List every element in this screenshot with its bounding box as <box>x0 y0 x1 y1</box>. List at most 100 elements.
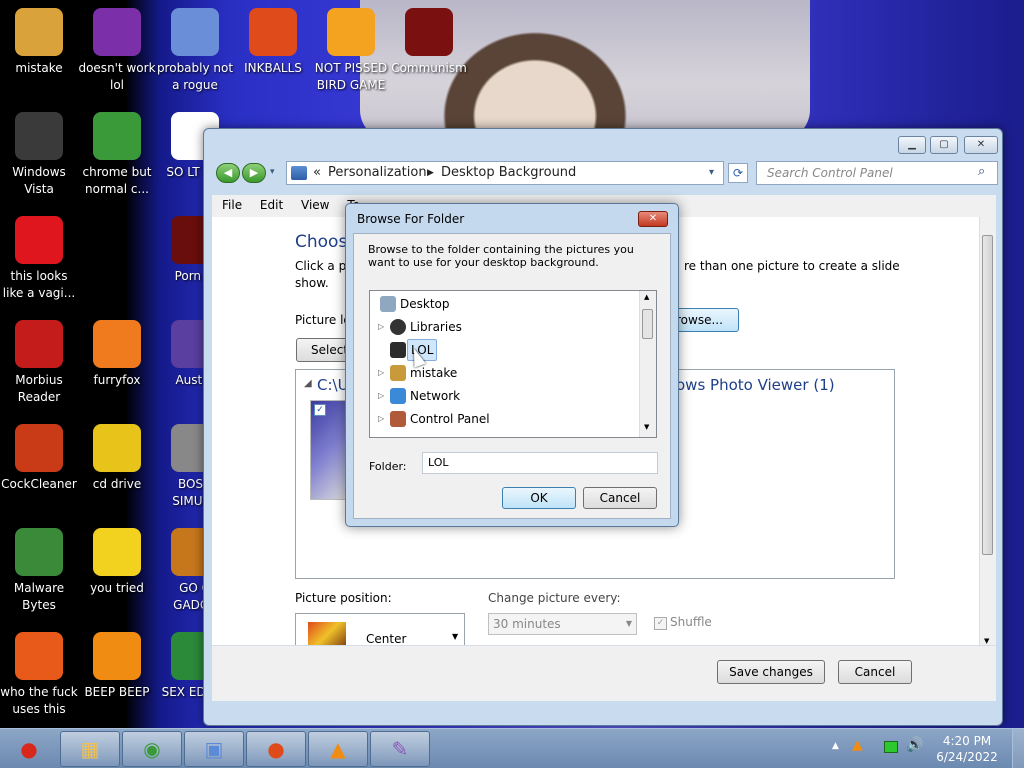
control-panel-icon <box>390 411 406 427</box>
address-bar[interactable]: « Personalization ▶ Desktop Background ▾ <box>286 161 724 185</box>
tree-item-network[interactable]: ▷ Network <box>370 385 638 407</box>
tree-scrollbar-thumb[interactable] <box>642 309 653 339</box>
expand-icon[interactable]: ▷ <box>378 385 388 407</box>
search-icon[interactable]: ⌕ <box>978 164 985 179</box>
desktop-icon-pdf-reader[interactable]: Morbius Reader <box>0 320 78 406</box>
ok-button[interactable]: OK <box>502 487 576 509</box>
menu-file[interactable]: File <box>222 198 242 212</box>
menu-view[interactable]: View <box>301 198 329 212</box>
browse-for-folder-dialog: Browse For Folder ✕ Browse to the folder… <box>345 203 679 527</box>
breadcrumb-personalization[interactable]: Personalization <box>328 162 427 184</box>
picture-checkbox[interactable]: ✓ <box>314 404 326 416</box>
taskbar-vlc-icon[interactable]: ▲ <box>308 731 368 767</box>
dialog-cancel-button[interactable]: Cancel <box>583 487 657 509</box>
show-desktop-button[interactable] <box>1012 729 1024 768</box>
address-dropdown-icon[interactable]: ▾ <box>709 162 714 184</box>
minimize-button[interactable]: ▁ <box>898 136 926 154</box>
menu-edit[interactable]: Edit <box>260 198 283 212</box>
expand-icon[interactable]: ▷ <box>378 316 388 338</box>
breadcrumb-desktop-background[interactable]: Desktop Background <box>441 162 576 184</box>
tree-item-control-panel[interactable]: ▷ Control Panel <box>370 408 638 430</box>
star-icon <box>93 528 141 576</box>
tree-item-desktop[interactable]: Desktop <box>370 293 638 315</box>
window-titlebar[interactable]: ▁ ▢ ✕ <box>204 129 1002 157</box>
taskbar-explorer-folder-icon[interactable]: ▦ <box>60 731 120 767</box>
taskbar: ● ▦ ◉ ▣ ● ▲ ✎ ▲ ▲ 🔊 4:20 PM 6/24/2022 <box>0 728 1024 768</box>
scroll-up-icon[interactable]: ▲ <box>644 293 649 301</box>
desktop-icon-vlc[interactable]: BEEP BEEP <box>78 632 156 701</box>
volume-icon[interactable]: 🔊 <box>906 737 923 753</box>
dialog-title: Browse For Folder <box>357 212 465 226</box>
shuffle-checkbox[interactable]: ✓ <box>654 617 667 630</box>
close-button[interactable]: ✕ <box>964 136 998 154</box>
maximize-button[interactable]: ▢ <box>930 136 958 154</box>
change-picture-label: Change picture every: <box>488 591 621 605</box>
tree-item-libraries[interactable]: ▷ Libraries <box>370 316 638 338</box>
vlc-tray-icon[interactable]: ▲ <box>852 737 863 753</box>
winamp-icon <box>15 632 63 680</box>
vertical-scrollbar[interactable]: ▼ <box>979 217 996 645</box>
tree-item-mistake[interactable]: ▷ mistake <box>370 362 638 384</box>
desktop-icon-cd[interactable]: cd drive <box>78 424 156 493</box>
chevron-down-icon: ▼ <box>452 632 459 641</box>
scroll-down-icon[interactable]: ▼ <box>644 423 649 431</box>
opera-icon <box>15 216 63 264</box>
computer-icon <box>390 365 406 381</box>
expand-icon[interactable]: ▷ <box>378 362 388 384</box>
address-chevrons: « <box>313 165 321 180</box>
hammer-sickle-icon <box>405 8 453 56</box>
search-input[interactable]: Search Control Panel <box>756 161 998 185</box>
desktop-icon-opera[interactable]: this looks like a vagi... <box>0 216 78 302</box>
network-tray-icon[interactable] <box>884 741 898 753</box>
desktop-icon-computer[interactable]: mistake <box>0 8 78 77</box>
taskbar-inkball-icon[interactable]: ● <box>246 731 306 767</box>
browse-button[interactable]: rowse... <box>671 308 739 332</box>
forward-button[interactable]: ▶ <box>242 163 266 183</box>
back-button[interactable]: ◀ <box>216 163 240 183</box>
desktop-icon-chrome[interactable]: chrome but normal c... <box>78 112 156 198</box>
folder-input[interactable]: LOL <box>422 452 658 474</box>
expand-icon[interactable]: ▷ <box>378 408 388 430</box>
desktop-icon-gears[interactable]: probably not a rogue <box>156 8 234 94</box>
desktop-icon-recycle-bin[interactable]: Windows Vista <box>0 112 78 198</box>
picture-position-dropdown[interactable]: Center ▼ <box>295 613 465 645</box>
refresh-icon[interactable]: ⟳ <box>728 163 748 183</box>
desktop-icon-label: cd drive <box>92 477 142 491</box>
desktop-icon-star[interactable]: you tried <box>78 528 156 597</box>
taskbar-control-panel-window-icon[interactable]: ▣ <box>184 731 244 767</box>
desktop-icon-firefox[interactable]: furryfox <box>78 320 156 389</box>
desktop-icon-ccleaner[interactable]: CockCleaner <box>0 424 78 493</box>
save-changes-button[interactable]: Save changes <box>717 660 825 684</box>
show-hidden-icons-icon[interactable]: ▲ <box>832 741 839 751</box>
dialog-close-button[interactable]: ✕ <box>638 211 668 227</box>
taskbar-angry-bird-start-icon[interactable]: ● <box>2 731 56 767</box>
scrollbar-thumb[interactable] <box>982 235 993 555</box>
vlc-icon <box>93 632 141 680</box>
desktop-icon-label: CockCleaner <box>1 477 77 491</box>
desktop-icon-yahoo-messenger[interactable]: doesn't work lol <box>78 8 156 94</box>
inkball-icon <box>249 8 297 56</box>
picture-position-label: Picture position: <box>295 591 392 605</box>
change-interval-select[interactable]: 30 minutes ▼ <box>488 613 637 635</box>
scroll-down-icon[interactable]: ▼ <box>984 637 989 645</box>
taskbar-paint-icon[interactable]: ✎ <box>370 731 430 767</box>
desktop-icon-shield[interactable]: Malware Bytes <box>0 528 78 614</box>
desktop-icon-inkball[interactable]: INKBALLS <box>234 8 312 77</box>
dialog-instructions: Browse to the folder containing the pict… <box>368 243 634 269</box>
desktop-icon-label: INKBALLS <box>244 61 302 75</box>
desktop-icon-label: who the fuck uses this <box>0 685 78 716</box>
desktop-icon-hammer-sickle[interactable]: Communism <box>390 8 468 77</box>
cancel-button[interactable]: Cancel <box>838 660 912 684</box>
desktop-icon-label: BEEP BEEP <box>84 685 150 699</box>
collapse-icon[interactable]: ◢ <box>304 378 312 389</box>
taskbar-chrome-icon[interactable]: ◉ <box>122 731 182 767</box>
desktop-icon-winamp[interactable]: who the fuck uses this <box>0 632 78 718</box>
breadcrumb-separator-icon[interactable]: ▶ <box>427 162 434 184</box>
recent-pages-icon[interactable]: ▾ <box>270 167 275 177</box>
desktop-icon-label: doesn't work lol <box>78 61 156 92</box>
clock[interactable]: 4:20 PM 6/24/2022 <box>932 733 1002 765</box>
yahoo-messenger-icon <box>93 8 141 56</box>
tree-scrollbar[interactable]: ▲ ▼ <box>639 291 656 437</box>
gears-icon <box>171 8 219 56</box>
desktop-icon-green-pig[interactable]: NOT PISSED BIRD GAME <box>312 8 390 94</box>
